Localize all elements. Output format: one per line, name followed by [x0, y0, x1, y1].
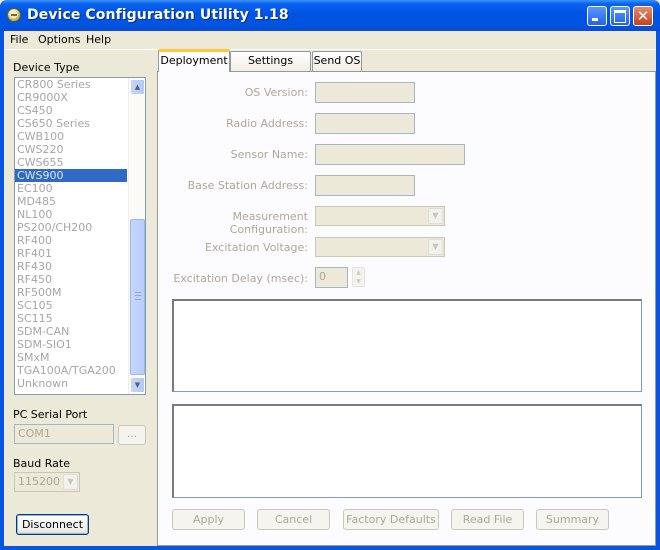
window-title: Device Configuration Utility 1.18 — [27, 7, 289, 23]
excitation-voltage-label: Excitation Voltage: — [205, 241, 308, 254]
pc-serial-port-field[interactable]: COM1 — [14, 424, 114, 444]
device-list-item[interactable]: TGA100A/TGA200 — [15, 364, 127, 377]
scroll-up-button[interactable]: ▲ — [130, 79, 145, 95]
minimize-button[interactable] — [587, 6, 607, 26]
chevron-down-icon[interactable]: ▼ — [63, 474, 78, 490]
device-list-item[interactable]: RF450 — [15, 273, 127, 286]
device-list-item[interactable]: SDM-SIO1 — [15, 338, 127, 351]
spin-up-icon[interactable]: ▲ — [353, 268, 364, 277]
maximize-button[interactable] — [610, 6, 630, 26]
os-version-label: OS Version: — [244, 86, 308, 99]
baud-rate-label: Baud Rate — [13, 457, 70, 470]
device-list-item[interactable]: CWS900 — [15, 169, 127, 182]
excitation-delay-label: Excitation Delay (msec): — [173, 272, 308, 285]
device-list-item[interactable]: RF500M — [15, 286, 127, 299]
device-list-item[interactable]: SC105 — [15, 299, 127, 312]
apply-button[interactable]: Apply — [172, 509, 245, 530]
grip-icon — [135, 292, 141, 300]
device-list-item[interactable]: SC115 — [15, 312, 127, 325]
base-station-address-label: Base Station Address: — [187, 179, 308, 192]
pc-serial-port-label: PC Serial Port — [13, 408, 88, 421]
chevron-down-icon[interactable]: ▼ — [428, 208, 443, 224]
excitation-delay-field[interactable]: 0 — [315, 267, 348, 288]
device-list-item[interactable]: CWB100 — [15, 130, 127, 143]
baud-rate-select[interactable]: 115200 ▼ — [14, 472, 80, 492]
radio-address-field[interactable] — [315, 113, 415, 134]
menu-file[interactable]: File — [10, 33, 28, 46]
device-type-list[interactable]: CR800 Series CR9000X CS450 CS650 Series CWB1… — [14, 77, 146, 395]
read-file-button[interactable]: Read File — [451, 509, 524, 530]
browse-port-button[interactable]: ... — [118, 425, 146, 445]
radio-address-label: Radio Address: — [226, 117, 308, 130]
device-list-scrollbar[interactable]: ▲ ▼ — [128, 78, 145, 394]
device-list-item[interactable]: RF400 — [15, 234, 127, 247]
device-list-item[interactable]: PS200/CH200 — [15, 221, 127, 234]
device-list-items: CR800 Series CR9000X CS450 CS650 Series CWB1… — [15, 78, 127, 390]
left-panel: Device Type CR800 Series CR9000X CS450 CS65… — [4, 50, 153, 546]
device-list-item[interactable]: RF401 — [15, 247, 127, 260]
app-window: Device Configuration Utility 1.18 ✕ File… — [0, 0, 660, 550]
device-list-item[interactable]: CWS220 — [15, 143, 127, 156]
tab-send-os[interactable]: Send OS — [312, 51, 362, 71]
device-list-item[interactable]: CWS655 — [15, 156, 127, 169]
sensor-name-field[interactable] — [315, 144, 465, 165]
deployment-panel: OS Version: Radio Address: Sensor Name: … — [157, 71, 656, 546]
output-memo-top[interactable] — [172, 299, 642, 392]
close-button[interactable]: ✕ — [633, 6, 653, 26]
menu-bar: File Options Help — [4, 31, 656, 50]
factory-defaults-button[interactable]: Factory Defaults — [343, 509, 439, 530]
excitation-delay-spinner[interactable]: ▲ ▼ — [352, 267, 365, 287]
sensor-name-label: Sensor Name: — [230, 148, 308, 161]
device-list-item[interactable]: RF430 — [15, 260, 127, 273]
spin-down-icon[interactable]: ▼ — [353, 277, 364, 286]
cancel-button[interactable]: Cancel — [257, 509, 330, 530]
app-icon[interactable] — [7, 8, 21, 22]
scroll-thumb[interactable] — [130, 219, 145, 375]
menu-options[interactable]: Options — [38, 33, 80, 46]
summary-button[interactable]: Summary — [536, 509, 609, 530]
device-list-item[interactable]: SMxM — [15, 351, 127, 364]
device-list-item[interactable]: CS450 — [15, 104, 127, 117]
measurement-configuration-select[interactable]: ▼ — [315, 206, 445, 226]
excitation-voltage-select[interactable]: ▼ — [315, 237, 445, 257]
device-list-item[interactable]: CR9000X — [15, 91, 127, 104]
disconnect-button[interactable]: Disconnect — [16, 514, 89, 535]
device-list-item[interactable]: NL100 — [15, 208, 127, 221]
device-list-item[interactable]: SDM-CAN — [15, 325, 127, 338]
close-icon: ✕ — [636, 7, 650, 25]
device-list-item[interactable]: EC100 — [15, 182, 127, 195]
chevron-down-icon: ▼ — [134, 381, 141, 389]
output-memo-bottom[interactable] — [172, 404, 642, 498]
os-version-field[interactable] — [315, 82, 415, 103]
chevron-up-icon: ▲ — [134, 83, 141, 91]
device-list-item[interactable]: Unknown — [15, 377, 127, 390]
measurement-configuration-label: Measurement Configuration: — [229, 210, 308, 236]
chevron-down-icon[interactable]: ▼ — [428, 239, 443, 255]
device-list-item[interactable]: CS650 Series — [15, 117, 127, 130]
client-area: File Options Help Device Type CR800 Seri… — [4, 31, 656, 546]
title-bar[interactable]: Device Configuration Utility 1.18 ✕ — [0, 0, 660, 31]
menu-help[interactable]: Help — [86, 33, 111, 46]
baud-rate-value: 115200 — [18, 475, 60, 488]
base-station-address-field[interactable] — [315, 175, 415, 196]
tab-deployment[interactable]: Deployment — [158, 49, 230, 72]
device-list-item[interactable]: CR800 Series — [15, 78, 127, 91]
device-list-item[interactable]: MD485 — [15, 195, 127, 208]
right-panel: Deployment Settings Editor Send OS OS Ve… — [157, 49, 656, 546]
tab-settings-editor[interactable]: Settings Editor — [230, 51, 311, 85]
scroll-down-button[interactable]: ▼ — [130, 377, 145, 393]
device-type-label: Device Type — [13, 61, 80, 74]
